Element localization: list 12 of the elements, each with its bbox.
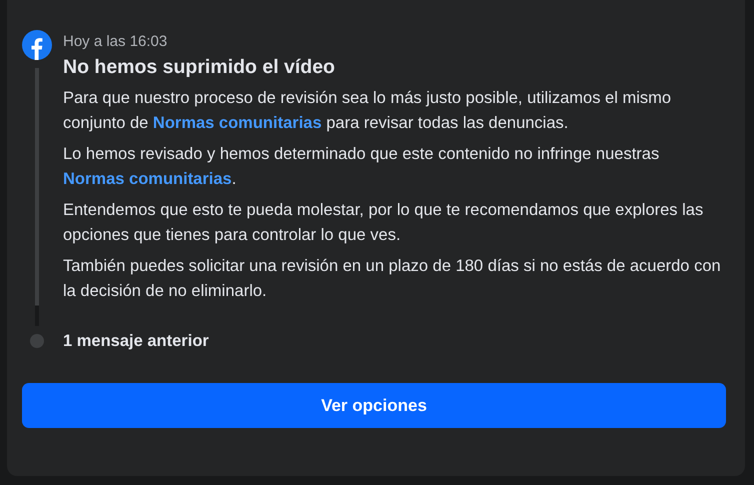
- dot-icon: [30, 334, 44, 348]
- paragraph: Entendemos que esto te pueda molestar, por lo que te recomendamos que explores las opciones que tienes para controlar lo que ves.: [63, 200, 704, 246]
- notification-title: No hemos suprimido el vídeo: [63, 55, 336, 80]
- logo-icon: [22, 30, 52, 60]
- link[interactable]: Normas comunitarias: [152, 114, 322, 132]
- paragraph: Lo hemos revisado y hemos determinado que este contenido no infringe nuestras Normas comunitarias.: [63, 144, 660, 190]
- previous-messages-link[interactable]: 1 mensaje anterior: [63, 332, 209, 350]
- view-options-button[interactable]: Ver opciones: [22, 383, 726, 428]
- paragraph: Para que nuestro proceso de revisión sea lo más justo posible, utilizamos el mismo conjunto de Normas comunitarias para revisar todas las denuncias.: [63, 88, 672, 134]
- timestamp: Hoy a las 16:03: [63, 32, 168, 52]
- paragraph: También puedes solicitar una revisión en un plazo de 180 días si no estás de acuerdo con la decisión de no eliminarlo.: [63, 256, 722, 302]
- link[interactable]: Normas comunitarias: [63, 170, 232, 188]
